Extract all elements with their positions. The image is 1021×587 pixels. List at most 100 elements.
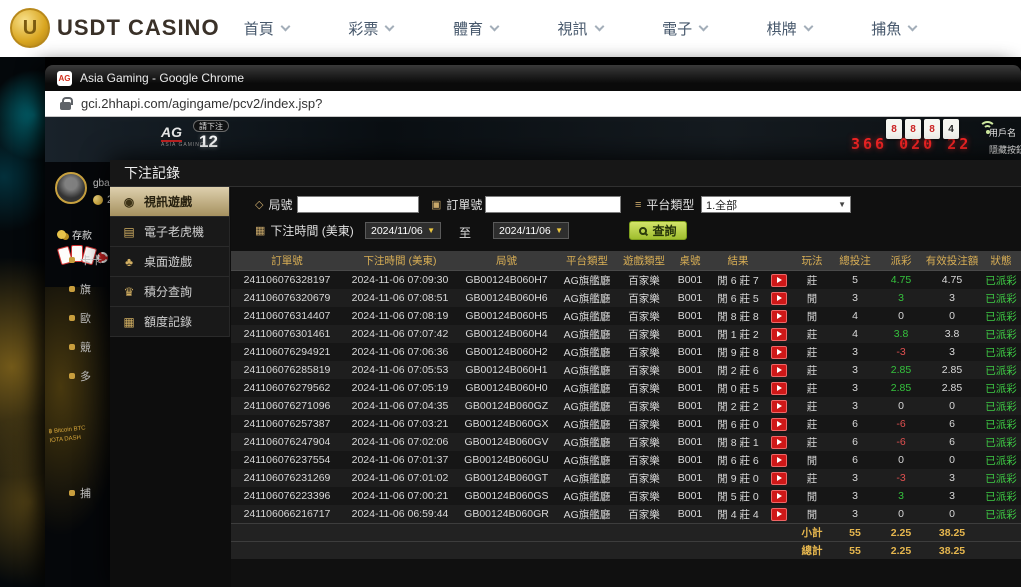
dropdown-arrow-icon: ▼ [427, 226, 435, 235]
nav-item-live-video[interactable]: 視訊 [528, 0, 633, 57]
cell-payout: 3 [878, 289, 924, 307]
replay-play-button[interactable] [771, 400, 787, 413]
chrome-titlebar[interactable]: AG Asia Gaming - Google Chrome [45, 65, 1021, 91]
search-icon [639, 227, 647, 235]
hall-menu-fragment: 多 [69, 368, 91, 384]
replay-play-button[interactable] [771, 346, 787, 359]
subtotal-payout: 2.25 [878, 524, 924, 541]
nav-label: 彩票 [348, 18, 378, 39]
cell-game: 百家樂 [618, 433, 670, 451]
cell-replay [766, 505, 792, 523]
cell-result: 閒 6 莊 0 [710, 415, 766, 433]
cell-time: 2024-11-06 07:03:21 [343, 415, 457, 433]
chrome-urlbar[interactable]: gci.2hhapi.com/agingame/pcv2/index.jsp? [45, 91, 1021, 117]
avatar[interactable] [55, 172, 87, 204]
cell-payout: 0 [878, 505, 924, 523]
replay-play-button[interactable] [771, 328, 787, 341]
total-row: 總計 55 2.25 38.25 [231, 541, 1021, 559]
play-icon [777, 403, 782, 409]
menu-item-table-games[interactable]: ♣桌面遊戲 [110, 247, 229, 277]
points-crown-icon: ♛ [122, 285, 136, 299]
table-row: 2411060762710962024-11-06 07:04:35GB0012… [231, 397, 1021, 415]
cell-time: 2024-11-06 07:00:21 [343, 487, 457, 505]
menu-item-slot-machines[interactable]: ▤電子老虎機 [110, 217, 229, 247]
menu-item-points-query[interactable]: ♛積分查詢 [110, 277, 229, 307]
cell-bet: 6 [832, 451, 878, 469]
cell-status: 已派彩 [980, 289, 1021, 307]
cell-round: GB00124B060H6 [457, 289, 556, 307]
cell-payout: -3 [878, 469, 924, 487]
cell-table_no: B001 [670, 433, 710, 451]
replay-play-button[interactable] [771, 490, 787, 503]
cell-play: 閒 [792, 289, 832, 307]
nav-item-sports[interactable]: 體育 [423, 0, 528, 57]
cell-valid: 3 [924, 343, 980, 361]
chevron-down-icon [280, 22, 290, 32]
date-to-select[interactable]: 2024/11/06▼ [493, 222, 569, 239]
playing-card: 8 [905, 119, 921, 139]
cell-valid: 6 [924, 433, 980, 451]
cell-platform: AG旗艦廳 [556, 343, 618, 361]
nav-item-lottery[interactable]: 彩票 [319, 0, 424, 57]
order-number-input[interactable] [485, 196, 621, 213]
cell-round: GB00124B060H5 [457, 307, 556, 325]
nav-item-home[interactable]: 首頁 [214, 0, 319, 57]
platform-select[interactable]: 1.全部▼ [701, 196, 851, 213]
replay-play-button[interactable] [771, 310, 787, 323]
replay-play-button[interactable] [771, 472, 787, 485]
site-logo[interactable]: U USDT CASINO [10, 8, 220, 48]
cell-game: 百家樂 [618, 271, 670, 289]
cell-replay [766, 271, 792, 289]
to-label: 至 [459, 224, 471, 241]
table-row: 2411060762795622024-11-06 07:05:19GB0012… [231, 379, 1021, 397]
cell-bet: 6 [832, 415, 878, 433]
cell-platform: AG旗艦廳 [556, 469, 618, 487]
cell-status: 已派彩 [980, 505, 1021, 523]
replay-play-button[interactable] [771, 418, 787, 431]
nav-item-slots[interactable]: 電子 [632, 0, 737, 57]
replay-play-button[interactable] [771, 436, 787, 449]
site-header: U USDT CASINO 首頁 彩票 體育 視訊 電子 棋牌 捕魚 [0, 0, 1021, 57]
replay-play-button[interactable] [771, 292, 787, 305]
search-button[interactable]: 查詢 [629, 221, 687, 240]
site-background-art [0, 57, 45, 587]
table-row: 2411060762233962024-11-06 07:00:21GB0012… [231, 487, 1021, 505]
nav-item-card-games[interactable]: 棋牌 [737, 0, 842, 57]
replay-play-button[interactable] [771, 382, 787, 395]
cell-table_no: B001 [670, 289, 710, 307]
cell-order: 241106076247904 [231, 433, 343, 451]
cell-time: 2024-11-06 07:04:35 [343, 397, 457, 415]
replay-play-button[interactable] [771, 364, 787, 377]
nav-item-fishing[interactable]: 捕魚 [841, 0, 946, 57]
cell-status: 已派彩 [980, 271, 1021, 289]
hall-menu-fragment: 歐 [69, 310, 91, 326]
replay-play-button[interactable] [771, 454, 787, 467]
cell-play: 莊 [792, 343, 832, 361]
table-header-row: 訂單號 下注時間 (美東) 局號 平台類型 遊戲類型 桌號 結果 玩法 總投注 … [231, 251, 1021, 271]
subtotal-spacer [231, 524, 792, 541]
cell-bet: 5 [832, 271, 878, 289]
date-from-select[interactable]: 2024/11/06▼ [365, 222, 441, 239]
replay-play-button[interactable] [771, 274, 787, 287]
deposit-button[interactable]: 存款 [57, 227, 92, 242]
cell-round: GB00124B060GZ [457, 397, 556, 415]
menu-item-video-games[interactable]: ◉視訊遊戲 [110, 187, 229, 217]
table-row: 2411060763144072024-11-06 07:08:19GB0012… [231, 307, 1021, 325]
screen: U USDT CASINO 首頁 彩票 體育 視訊 電子 棋牌 捕魚 AG As… [0, 0, 1021, 587]
cell-platform: AG旗艦廳 [556, 433, 618, 451]
cell-play: 閒 [792, 451, 832, 469]
cell-valid: 0 [924, 307, 980, 325]
cell-result: 閒 5 莊 0 [710, 487, 766, 505]
game-video-strip: AG ASIA GAMING 請下注 12 366 020 22 8 8 8 4… [45, 117, 1021, 162]
total-status [980, 542, 1021, 559]
round-number-input[interactable] [297, 196, 419, 213]
play-icon [777, 493, 782, 499]
menu-item-quota-records[interactable]: ▦額度記錄 [110, 307, 229, 337]
cell-time: 2024-11-06 07:07:42 [343, 325, 457, 343]
ag-favicon: AG [57, 71, 72, 86]
deposit-label: 存款 [72, 227, 92, 242]
cell-status: 已派彩 [980, 451, 1021, 469]
replay-play-button[interactable] [771, 508, 787, 521]
cell-round: GB00124B060GS [457, 487, 556, 505]
table-row: 2411060762949212024-11-06 07:06:36GB0012… [231, 343, 1021, 361]
